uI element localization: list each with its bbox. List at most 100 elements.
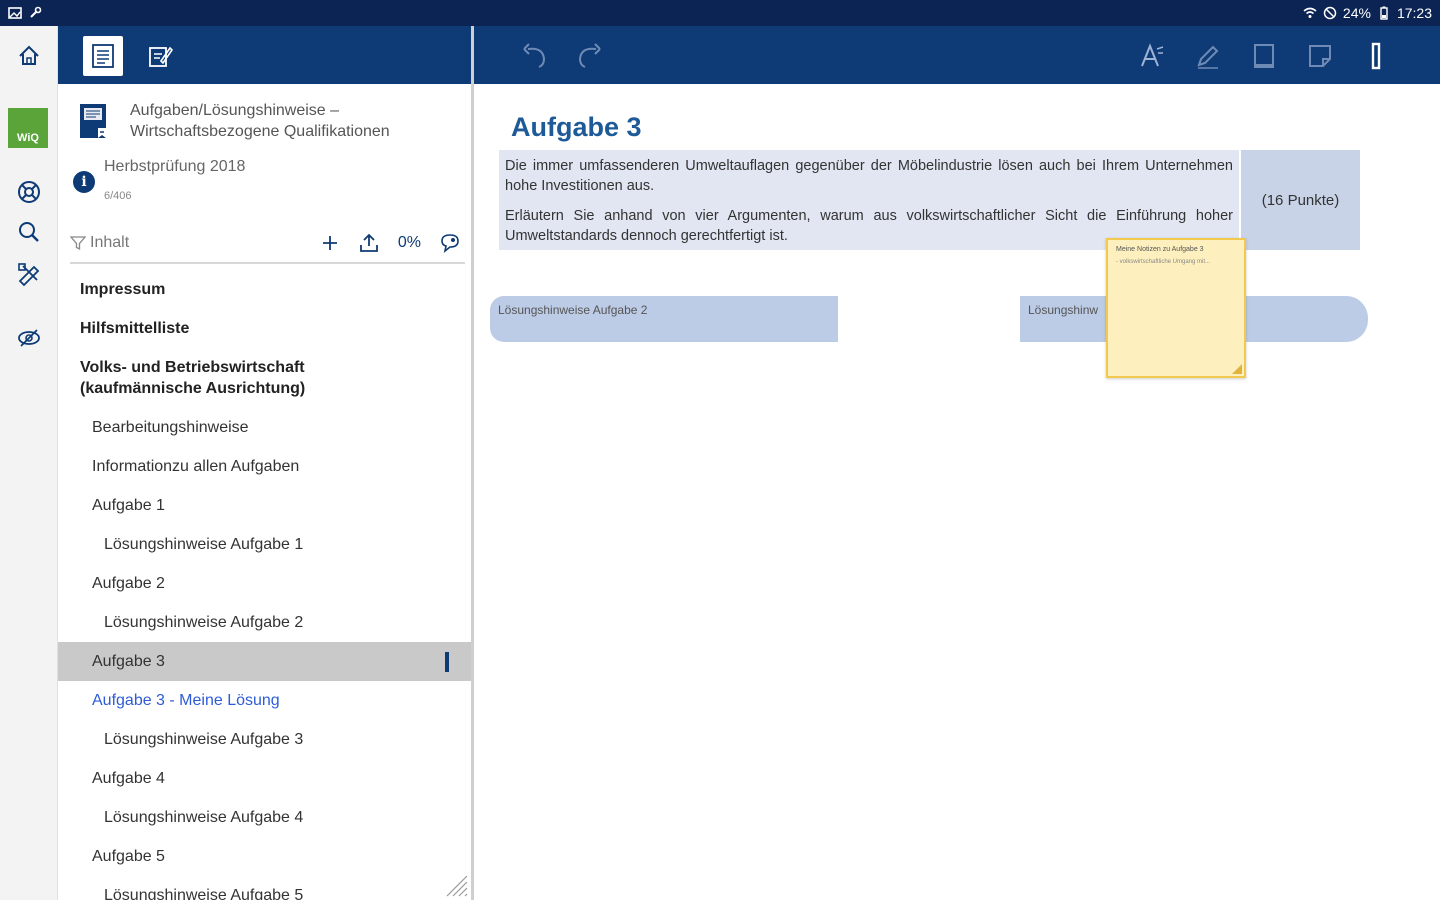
sticky-note[interactable]: Meine Notizen zu Aufgabe 3 - volkswirtsc… (1106, 238, 1246, 378)
wifi-icon (1303, 7, 1317, 18)
lifebuoy-icon (18, 181, 40, 203)
page-view-button[interactable] (1246, 38, 1282, 74)
page-icon (1254, 44, 1274, 68)
document-page: Aufgabe 3 Die immer umfassenderen Umwelt… (474, 84, 1440, 900)
toc-item-label: Aufgabe 5 (92, 847, 165, 865)
sidebar-toolbar (58, 26, 472, 84)
toc-item[interactable]: Aufgabe 5 (58, 837, 471, 876)
toc-item-label: Informationzu allen Aufgaben (92, 457, 300, 475)
bookmark-icon (1371, 42, 1381, 70)
toc-item[interactable]: Aufgabe 2 (58, 564, 471, 603)
app-window: 24% 17:23 WiQ Aufgaben/Lösungshinweise –… (0, 0, 1440, 900)
note-button[interactable] (1302, 38, 1338, 74)
toc-item[interactable]: Lösungshinweise Aufgabe 1 (58, 525, 471, 564)
toc-item[interactable]: Aufgabe 4 (58, 759, 471, 798)
status-left (8, 6, 42, 20)
add-icon[interactable] (320, 233, 340, 253)
table-of-contents-panel: Aufgaben/Lösungshinweise – Wirtschaftsbe… (58, 84, 471, 900)
toc-item-label: Lösungshinweise Aufgabe 1 (104, 535, 304, 553)
bookmark-button[interactable] (1358, 38, 1394, 74)
text-size-icon (1141, 43, 1164, 67)
toc-item-label: Volks- und Betriebswirtschaft (kaufmänni… (80, 359, 306, 397)
note-body: - volkswirtschaftliche Umgang mit... (1116, 259, 1211, 265)
visibility-button[interactable] (9, 318, 49, 358)
book-subtitle: Herbstprüfung 2018 (104, 158, 246, 175)
resize-grip-icon[interactable] (443, 872, 469, 898)
toc-item-label: Aufgabe 3 (92, 652, 165, 670)
toc-item-label: Aufgabe 2 (92, 574, 165, 592)
brand-badge[interactable]: WiQ (8, 108, 48, 148)
toc-item-label: Lösungshinweise Aufgabe 3 (104, 730, 304, 748)
note-title: Meine Notizen zu Aufgabe 3 (1116, 246, 1204, 253)
task-text-box: Die immer umfassenderen Umweltauflagen g… (499, 150, 1239, 250)
tools-icon (18, 263, 40, 287)
toc-item[interactable]: Informationzu allen Aufgaben (58, 447, 471, 486)
toc-item-label: Impressum (80, 280, 166, 298)
book-icon (80, 104, 106, 138)
share-upload-icon[interactable] (358, 232, 380, 254)
toc-item-label: Hilfsmittelliste (80, 319, 190, 337)
clock: 17:23 (1396, 5, 1432, 21)
info-icon[interactable]: i (73, 171, 95, 193)
filter-label[interactable]: Inhalt (90, 234, 129, 252)
hidden-icon (18, 329, 40, 347)
pen-button[interactable] (1190, 38, 1226, 74)
do-not-disturb-icon (1323, 6, 1337, 20)
status-bar: 24% 17:23 (0, 0, 1440, 26)
toc-item-label: Bearbeitungshinweise (92, 418, 249, 436)
toc-item[interactable]: Aufgabe 3 (58, 642, 471, 681)
toc-item[interactable]: Lösungshinweise Aufgabe 3 (58, 720, 471, 759)
undo-icon (523, 43, 546, 68)
toc-item[interactable]: Lösungshinweise Aufgabe 4 (58, 798, 471, 837)
list-icon (92, 44, 114, 68)
gallery-icon (8, 7, 22, 19)
status-right: 24% 17:23 (1303, 5, 1432, 21)
redo-icon (578, 43, 601, 68)
help-button[interactable] (9, 172, 49, 212)
home-button[interactable] (9, 36, 49, 76)
toc-list: Impressum Hilfsmittelliste Volks- und Betr… (58, 270, 471, 900)
current-position-marker (445, 652, 449, 672)
toc-item[interactable]: Volks- und Betriebswirtschaft (kaufmänni… (58, 348, 471, 408)
toc-item[interactable]: Hilfsmittelliste (58, 309, 471, 348)
battery-icon (1380, 6, 1388, 20)
edit-notes-icon (149, 46, 174, 67)
pen-icon (1197, 45, 1219, 69)
toc-item[interactable]: Lösungshinweise Aufgabe 2 (58, 603, 471, 642)
task-paragraph-1: Die immer umfassenderen Umweltauflagen g… (505, 158, 1233, 194)
note-resize-corner[interactable] (1232, 364, 1242, 374)
toc-item-label: Lösungshinweise Aufgabe 5 (104, 886, 304, 900)
toc-item[interactable]: Lösungshinweise Aufgabe 5 (58, 876, 471, 900)
toc-item-label: Aufgabe 4 (92, 769, 165, 787)
sticky-note-icon (1309, 45, 1331, 67)
points-label: (16 Punkte) (1241, 150, 1360, 250)
toc-item[interactable]: Bearbeitungshinweise (58, 408, 471, 447)
toc-item-label: Lösungshinweise Aufgabe 4 (104, 808, 304, 826)
battery-level: 24% (1342, 5, 1371, 21)
toc-item[interactable]: Aufgabe 1 (58, 486, 471, 525)
toc-tools: 0% (320, 224, 461, 262)
redo-button[interactable] (572, 38, 608, 74)
toc-item-label: Aufgabe 3 - Meine Lösung (92, 691, 280, 709)
text-size-button[interactable] (1134, 38, 1170, 74)
reader-toolbar (474, 26, 1440, 84)
hint-bubble-icon[interactable] (439, 232, 461, 254)
tools-button[interactable] (9, 254, 49, 294)
toc-tab-button[interactable] (83, 36, 123, 76)
toc-item[interactable]: Impressum (58, 270, 471, 309)
undo-button[interactable] (516, 38, 552, 74)
book-title: Aufgaben/Lösungshinweise – Wirtschaftsbe… (130, 102, 390, 140)
toc-item-label: Aufgabe 1 (92, 496, 165, 514)
search-button[interactable] (9, 212, 49, 252)
notes-tab-button[interactable] (140, 36, 180, 76)
search-icon (19, 222, 39, 242)
toc-filter-row: Inhalt 0% (70, 224, 465, 264)
page-heading: Aufgabe 3 (511, 112, 642, 142)
home-icon (19, 45, 39, 65)
wrench-icon (30, 6, 42, 18)
progress-percent: 0% (397, 234, 421, 251)
toc-item[interactable]: Aufgabe 3 - Meine Lösung (58, 681, 471, 720)
filter-icon[interactable] (70, 235, 86, 251)
left-rail: WiQ (0, 26, 58, 900)
solution-link-left[interactable]: Lösungshinweise Aufgabe 2 (490, 296, 838, 342)
